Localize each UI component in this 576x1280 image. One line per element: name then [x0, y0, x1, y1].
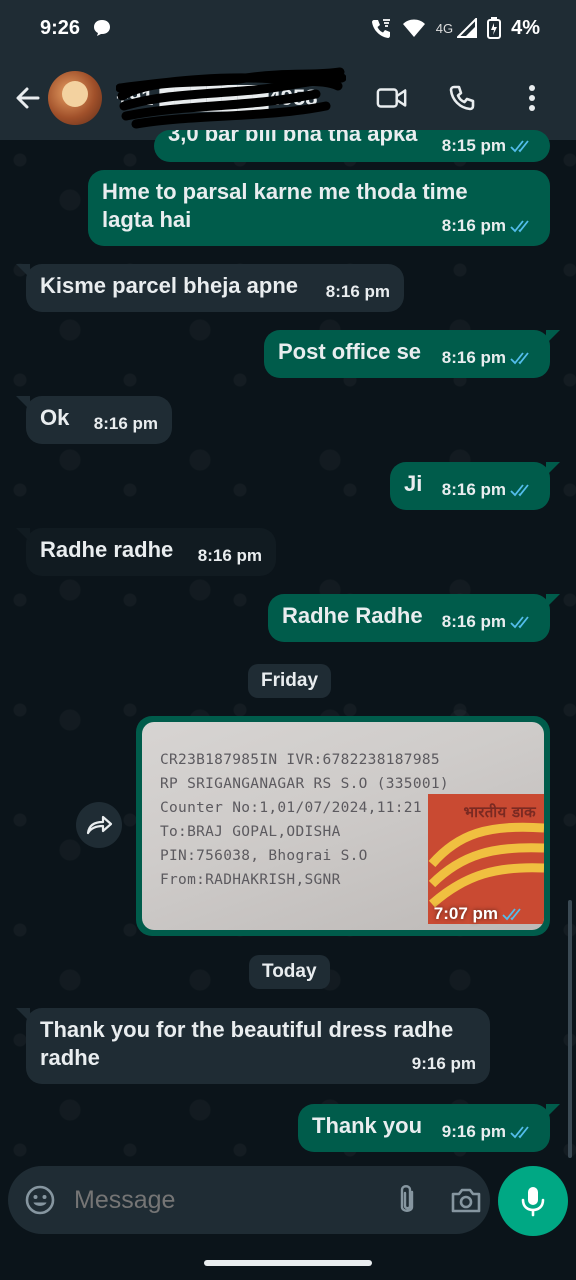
kebab-menu-icon [529, 85, 535, 111]
voice-call-button[interactable] [446, 82, 478, 114]
avatar[interactable] [48, 71, 102, 125]
message-time: 7:07 pm [433, 904, 498, 923]
phone-icon [449, 85, 475, 111]
video-camera-icon [376, 88, 407, 108]
message-meta: 9:16 pm [412, 1050, 476, 1078]
receipt-image[interactable]: भारतीय डाक CR23B187985IN IVR:67822381879… [142, 722, 544, 930]
message-composer[interactable] [8, 1166, 490, 1234]
message-bubble-incoming[interactable]: Thank you for the beautiful dress radhe … [16, 1008, 490, 1084]
network-type: 4G [435, 20, 454, 36]
message-time: 8:16 pm [441, 480, 506, 499]
message-bubble-outgoing[interactable]: Post office se 8:16 pm [264, 330, 560, 378]
message-meta: 8:16 pm [442, 608, 536, 636]
emoji-button[interactable] [24, 1183, 56, 1217]
message-bubble-outgoing[interactable]: Hme to parsal karne me thoda time lagta … [88, 170, 550, 246]
double-check-icon [510, 140, 529, 153]
message-bubble-outgoing[interactable]: Thank you 9:16 pm [298, 1104, 560, 1152]
emoji-icon [25, 1185, 55, 1215]
double-check-icon [510, 220, 529, 233]
double-check-icon [510, 352, 529, 365]
message-text: Thank you [312, 1113, 423, 1138]
message-meta: 8:16 pm [326, 278, 390, 306]
receipt-line: RP SRIGANGANAGAR RS S.O (335001) [160, 776, 449, 792]
camera-button[interactable] [450, 1183, 482, 1217]
battery-icon [487, 17, 502, 39]
chat-header: +91 ███████4958 [0, 56, 576, 140]
bubble-tail [546, 594, 560, 608]
message-meta: 9:16 pm [442, 1118, 536, 1146]
message-bubble-outgoing[interactable]: Radhe Radhe 8:16 pm [268, 594, 560, 642]
message-text: Ji [404, 471, 423, 496]
receipt-line: CR23B187985IN IVR:6782238187985 [160, 752, 440, 768]
scrollbar[interactable] [568, 900, 572, 1158]
wifi-call-icon [371, 19, 390, 38]
double-check-icon [510, 616, 529, 629]
bubble-tail [16, 1008, 30, 1022]
redaction-scribble [116, 67, 346, 129]
bubble-tail [546, 462, 560, 476]
message-time: 8:16 pm [93, 414, 158, 433]
date-divider-friday: Friday [248, 664, 332, 698]
bubble-tail [546, 1104, 560, 1118]
message-meta: 8:15 pm [442, 132, 536, 160]
stamp-text: भारतीय डाक [463, 803, 536, 821]
message-meta: 8:16 pm [442, 344, 536, 372]
message-time: 8:16 pm [441, 216, 506, 235]
status-bar: 9:26 4G 4% [0, 0, 576, 56]
message-meta: 8:16 pm [198, 542, 262, 570]
video-call-button[interactable] [376, 82, 408, 114]
chat-bubble-icon [94, 20, 111, 36]
message-text: Kisme parcel bheja apne [40, 273, 298, 298]
message-time: 8:16 pm [325, 282, 390, 301]
message-bubble-outgoing[interactable]: Ji 8:16 pm [390, 462, 560, 510]
voice-message-button[interactable] [498, 1166, 568, 1236]
message-text: Thank you for the beautiful dress radhe … [40, 1017, 454, 1070]
message-time: 8:16 pm [441, 348, 506, 367]
paperclip-icon [400, 1185, 414, 1212]
message-meta: 8:16 pm [442, 212, 536, 240]
photo-meta: 7:07 pm [434, 904, 528, 924]
more-options-button[interactable] [516, 82, 548, 114]
forward-arrow-icon [86, 815, 113, 835]
message-text: Ok [40, 405, 70, 430]
message-bubble-incoming[interactable]: Ok 8:16 pm [16, 396, 172, 444]
message-time: 9:16 pm [441, 1122, 506, 1141]
message-meta: 8:16 pm [94, 410, 158, 438]
contact-name[interactable]: +91 ███████4958 [116, 67, 346, 129]
bubble-tail [546, 330, 560, 344]
status-time: 9:26 [40, 16, 81, 39]
photo-message[interactable]: भारतीय डाक CR23B187985IN IVR:67822381879… [136, 716, 550, 936]
wifi-icon [402, 19, 425, 37]
bubble-tail [16, 264, 30, 278]
attach-button[interactable] [396, 1183, 418, 1217]
double-check-icon [510, 1126, 529, 1139]
message-meta: 8:16 pm [442, 476, 536, 504]
message-time: 8:16 pm [441, 612, 506, 631]
message-time: 8:15 pm [441, 136, 506, 155]
message-time: 8:16 pm [197, 546, 262, 565]
battery-percent: 4% [511, 16, 540, 39]
back-arrow-icon[interactable] [14, 84, 42, 112]
message-bubble-incoming[interactable]: Radhe radhe 8:16 pm [16, 528, 276, 576]
message-bubble-outgoing[interactable]: 3,0 bar bill bna tha apka 8:15 pm [154, 130, 550, 162]
bubble-tail [16, 528, 30, 542]
double-check-icon [502, 908, 521, 921]
message-bubble-incoming[interactable]: Kisme parcel bheja apne 8:16 pm [16, 264, 404, 312]
forward-button[interactable] [76, 802, 122, 848]
message-time: 9:16 pm [411, 1054, 476, 1073]
signal-icon [457, 18, 478, 38]
microphone-icon [521, 1187, 545, 1217]
message-text: Post office se [278, 339, 422, 364]
gesture-nav-handle[interactable] [204, 1260, 372, 1266]
bubble-tail [16, 396, 30, 410]
camera-icon [451, 1188, 481, 1213]
message-text: Radhe radhe [40, 537, 174, 562]
double-check-icon [510, 484, 529, 497]
message-text: Radhe Radhe [282, 603, 423, 628]
message-input[interactable] [74, 1185, 396, 1215]
date-divider-today: Today [249, 955, 330, 989]
status-icons: 4G 4% [370, 17, 540, 40]
